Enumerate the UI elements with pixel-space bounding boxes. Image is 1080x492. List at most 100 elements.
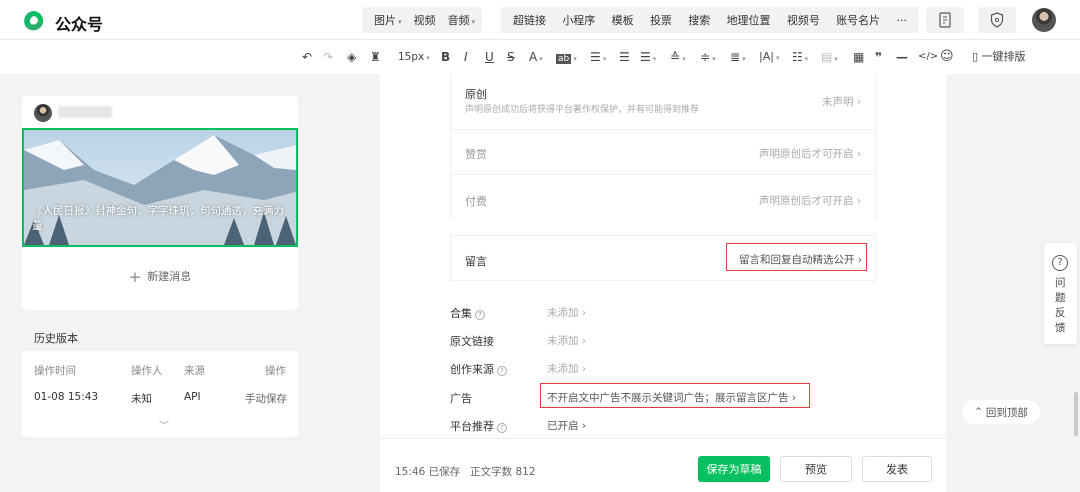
shield-icon <box>990 12 1004 28</box>
paid-setting[interactable]: 声明原创后才可开启 › <box>759 193 861 208</box>
insert-hyperlink-button[interactable]: 超链接 <box>507 12 552 28</box>
creation-source-setting[interactable]: 未添加 › <box>547 361 586 376</box>
save-draft-button[interactable]: 保存为草稿 <box>698 456 770 482</box>
security-button[interactable] <box>978 7 1016 33</box>
indent-icon[interactable]: ☰ <box>619 49 630 65</box>
source-link-label: 原文链接 <box>450 335 494 348</box>
comment-setting[interactable]: 留言和回复自动精选公开 › <box>739 252 862 267</box>
italic-button[interactable]: I <box>464 49 468 65</box>
vertical-spacing-icon[interactable]: ≙ ▾ <box>670 49 686 67</box>
border-icon[interactable]: ▤ ▾ <box>821 49 838 67</box>
double-chevron-up-icon: ⌃ <box>974 406 983 418</box>
brand-name: 公众号 <box>55 15 104 34</box>
platform-recommend-setting[interactable]: 已开启 › <box>547 418 586 433</box>
list-icon[interactable]: ☷ ▾ <box>792 49 808 67</box>
collection-label: 合集? <box>450 305 485 321</box>
help-icon[interactable]: ? <box>475 310 485 320</box>
user-avatar[interactable] <box>1032 8 1056 32</box>
divider <box>451 174 877 175</box>
bottom-action-bar: 15:46 已保存 正文字数 812 保存为草稿 预览 发表 <box>380 438 946 492</box>
layout-icon: ▯ <box>972 50 979 63</box>
emoji-icon[interactable]: ☺ <box>940 49 954 65</box>
letter-spacing-icon[interactable]: |A| ▾ <box>759 49 779 66</box>
chevron-down-icon[interactable]: ﹀ <box>159 417 169 432</box>
scrollbar-thumb[interactable] <box>1074 392 1078 436</box>
ads-setting[interactable]: 不开启文中广告不展示关键词广告；展示留言区广告 › <box>547 390 796 405</box>
divider-icon[interactable]: — <box>896 49 908 65</box>
preview-button[interactable]: 预览 <box>780 456 852 482</box>
platform-recommend-label: 平台推荐? <box>450 418 507 434</box>
insert-location-button[interactable]: 地理位置 <box>721 12 777 28</box>
original-setting[interactable]: 未声明 › <box>822 94 861 109</box>
feedback-label: 问题反馈 <box>1055 277 1066 334</box>
font-size-select[interactable]: 15px ▾ <box>398 49 430 66</box>
redo-icon[interactable]: ↷ <box>323 49 333 65</box>
column-header: 操作时间 <box>34 365 76 377</box>
insert-vote-button[interactable]: 投票 <box>644 12 678 28</box>
publish-button[interactable]: 发表 <box>862 456 932 482</box>
help-icon[interactable]: ? <box>497 366 507 376</box>
new-message-button[interactable]: + 新建消息 <box>22 268 298 286</box>
paid-label: 付费 <box>465 195 487 208</box>
one-click-layout-button[interactable]: ▯ 一键排版 <box>972 49 1026 65</box>
back-to-top-button[interactable]: ⌃ 回到顶部 <box>962 400 1040 424</box>
underline-button[interactable]: U <box>485 49 494 65</box>
history-time: 01-08 15:43 <box>34 391 99 403</box>
paragraph-spacing-icon[interactable]: ≑ ▾ <box>700 49 716 67</box>
document-icon <box>939 12 951 28</box>
original-desc: 声明原创成功后将获得平台著作权保护，并有可能得到推荐 <box>465 105 700 115</box>
wechat-mp-logo-icon <box>23 10 45 32</box>
bold-button[interactable]: B <box>441 49 450 65</box>
article-settings-panel: 原创 声明原创成功后将获得平台著作权保护，并有可能得到推荐 未声明 › 赞赏 声… <box>380 74 946 438</box>
feedback-button[interactable]: ? 问题反馈 <box>1044 243 1077 344</box>
clear-format-icon[interactable]: ♜ <box>370 49 381 65</box>
column-header: 来源 <box>184 365 205 377</box>
background-color-button[interactable]: ab ▾ <box>556 49 577 67</box>
article-cover[interactable]: 《人民日报》封神金句，字字珠玑，句句通透，充满力量 <box>22 128 298 247</box>
help-icon[interactable]: ? <box>497 423 507 433</box>
align-center-icon[interactable]: ☰ ▾ <box>640 49 656 67</box>
creation-source-label: 创作来源? <box>450 361 507 377</box>
reward-label: 赞赏 <box>465 148 487 161</box>
content-insert-group: 超链接 小程序 模板 投票 搜索 地理位置 视频号 账号名片 ··· <box>501 7 919 33</box>
text-color-button[interactable]: A ▾ <box>529 49 543 67</box>
comment-label: 留言 <box>465 255 487 268</box>
align-left-icon[interactable]: ☰ ▾ <box>590 49 606 67</box>
top-bar: 公众号 图片 ▾ 视频 音频 ▾ 超链接 小程序 模板 投票 搜索 地理位置 视频号… <box>0 0 1080 40</box>
author-name-blurred <box>58 106 112 118</box>
save-status: 15:46 已保存 正文字数 812 <box>395 466 536 478</box>
chevron-down-icon: ▾ <box>471 18 476 26</box>
line-height-icon[interactable]: ≣ ▾ <box>730 49 746 67</box>
table-icon[interactable]: ▦ <box>853 49 864 65</box>
insert-audio-menu[interactable]: 音频 ▾ <box>442 12 482 28</box>
history-action[interactable]: 手动保存 <box>245 391 287 406</box>
ads-label: 广告 <box>450 392 472 405</box>
history-title: 历史版本 <box>34 332 78 345</box>
divider <box>451 129 877 130</box>
history-source: API <box>184 391 201 403</box>
reward-setting[interactable]: 声明原创后才可开启 › <box>759 146 861 161</box>
document-button[interactable] <box>926 7 964 33</box>
history-table: 操作时间 操作人 来源 操作 01-08 15:43 未知 API 手动保存 ﹀ <box>22 351 298 437</box>
column-header: 操作 <box>265 365 286 377</box>
original-settings-box: 原创 声明原创成功后将获得平台著作权保护，并有可能得到推荐 未声明 › 赞赏 声… <box>450 74 877 220</box>
column-header: 操作人 <box>131 365 163 377</box>
insert-image-menu[interactable]: 图片 ▾ <box>368 12 408 28</box>
source-link-setting[interactable]: 未添加 › <box>547 333 586 348</box>
undo-icon[interactable]: ↶ <box>302 49 312 65</box>
insert-account-card-button[interactable]: 账号名片 <box>830 12 886 28</box>
history-user: 未知 <box>131 393 152 405</box>
insert-channels-button[interactable]: 视频号 <box>781 12 826 28</box>
quote-icon[interactable]: ❞ <box>875 49 882 65</box>
format-painter-icon[interactable]: ◈ <box>347 49 356 65</box>
insert-video-button[interactable]: 视频 <box>408 12 442 28</box>
insert-search-button[interactable]: 搜索 <box>682 12 716 28</box>
collection-setting[interactable]: 未添加 › <box>547 305 586 320</box>
insert-template-button[interactable]: 模板 <box>606 12 640 28</box>
strikethrough-button[interactable]: S <box>507 49 515 65</box>
more-options-button[interactable]: ··· <box>891 14 914 27</box>
article-title: 《人民日报》封神金句，字字珠玑，句句通透，充满力量 <box>32 205 284 232</box>
insert-miniprogram-button[interactable]: 小程序 <box>556 12 601 28</box>
original-label: 原创 <box>465 88 487 101</box>
code-icon[interactable]: </> <box>918 49 938 65</box>
